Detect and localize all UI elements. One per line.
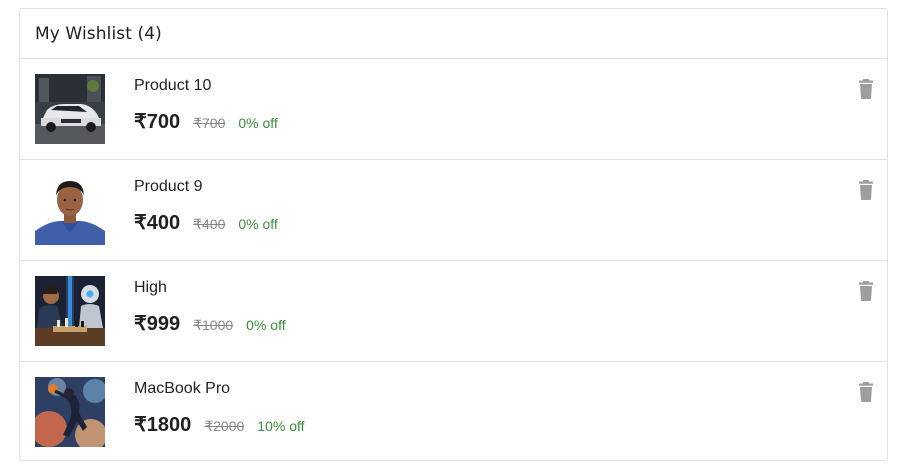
product-discount: 0% off bbox=[238, 115, 278, 131]
product-name[interactable]: High bbox=[134, 279, 167, 297]
product-image-basketball[interactable] bbox=[35, 377, 105, 447]
car-photo-icon bbox=[35, 74, 105, 144]
wishlist-item[interactable]: Product 9 ₹400 ₹400 0% off bbox=[20, 160, 887, 261]
product-image-chess[interactable] bbox=[35, 276, 105, 346]
product-price: ₹1800 bbox=[134, 414, 192, 436]
trash-icon bbox=[859, 382, 873, 402]
trash-icon bbox=[859, 79, 873, 99]
product-mrp: ₹400 bbox=[193, 216, 226, 232]
product-price: ₹400 bbox=[134, 212, 181, 234]
product-price: ₹700 bbox=[134, 111, 181, 133]
product-mrp: ₹700 bbox=[193, 115, 226, 131]
product-name[interactable]: Product 9 bbox=[134, 178, 202, 196]
wishlist-item[interactable]: Product 10 ₹700 ₹700 0% off bbox=[20, 59, 887, 160]
trash-icon bbox=[859, 180, 873, 200]
product-image-portrait[interactable] bbox=[35, 175, 105, 245]
price-row: ₹400 ₹400 0% off bbox=[134, 210, 278, 235]
delete-button[interactable] bbox=[857, 281, 875, 301]
delete-button[interactable] bbox=[857, 382, 875, 402]
product-discount: 0% off bbox=[238, 216, 278, 232]
product-name[interactable]: Product 10 bbox=[134, 77, 211, 95]
wishlist-item[interactable]: High ₹999 ₹1000 0% off bbox=[20, 261, 887, 362]
price-row: ₹999 ₹1000 0% off bbox=[134, 311, 286, 336]
price-row: ₹1800 ₹2000 10% off bbox=[134, 412, 305, 437]
trash-icon bbox=[859, 281, 873, 301]
portrait-photo-icon bbox=[35, 175, 105, 245]
product-discount: 0% off bbox=[246, 317, 286, 333]
wishlist-title: My Wishlist (4) bbox=[35, 23, 162, 44]
product-image-car[interactable] bbox=[35, 74, 105, 144]
product-discount: 10% off bbox=[257, 418, 305, 434]
product-name[interactable]: MacBook Pro bbox=[134, 380, 230, 398]
product-price: ₹999 bbox=[134, 313, 181, 335]
product-mrp: ₹1000 bbox=[193, 317, 234, 333]
wishlist-card: My Wishlist (4) Product 10 ₹700 ₹700 0% … bbox=[19, 8, 888, 461]
basketball-art-photo-icon bbox=[35, 377, 105, 447]
wishlist-item[interactable]: MacBook Pro ₹1800 ₹2000 10% off bbox=[20, 362, 887, 463]
price-row: ₹700 ₹700 0% off bbox=[134, 109, 278, 134]
chess-robot-photo-icon bbox=[35, 276, 105, 346]
product-mrp: ₹2000 bbox=[204, 418, 245, 434]
wishlist-header: My Wishlist (4) bbox=[20, 9, 887, 59]
delete-button[interactable] bbox=[857, 180, 875, 200]
delete-button[interactable] bbox=[857, 79, 875, 99]
